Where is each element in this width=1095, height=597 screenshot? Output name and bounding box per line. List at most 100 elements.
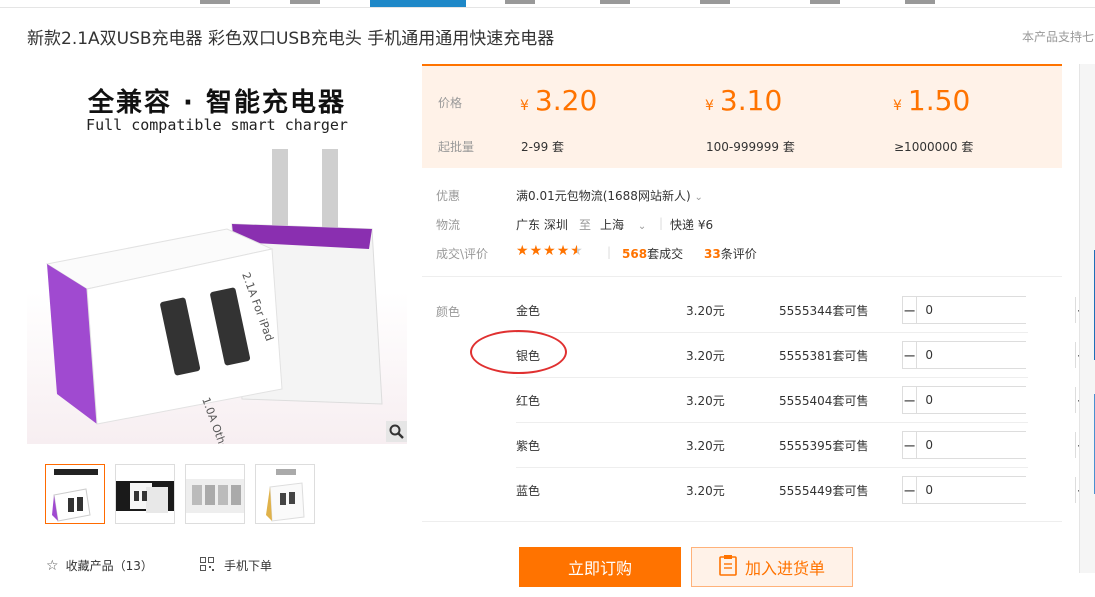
- currency-symbol: ¥: [520, 98, 529, 114]
- price-label: 价格: [438, 96, 463, 110]
- sku-stock: 5555404套可售: [779, 394, 869, 408]
- star-icon: ★: [516, 243, 530, 259]
- nav-fragment[interactable]: [700, 0, 730, 4]
- thumbnail-3[interactable]: [185, 464, 245, 524]
- nav-fragment[interactable]: [600, 0, 630, 4]
- to-word: 至: [579, 218, 592, 232]
- support-text: 本产品支持七: [1022, 30, 1095, 44]
- divider: [422, 521, 1062, 522]
- decrease-button[interactable]: −: [903, 387, 918, 413]
- sku-price: 3.20元: [686, 394, 725, 408]
- separator: |: [659, 216, 664, 230]
- favorite-product-button[interactable]: ☆ 收藏产品（13）: [46, 557, 153, 574]
- mobile-order-button[interactable]: 手机下单: [200, 557, 272, 574]
- quantity-stepper: − +: [902, 386, 1090, 414]
- quantity-stepper: − +: [902, 341, 1090, 369]
- logistics-label: 物流: [436, 218, 461, 232]
- sku-label: 颜色: [436, 305, 461, 319]
- price-tier-2: ¥ 3.10: [705, 84, 782, 117]
- sku-stock: 5555344套可售: [779, 304, 869, 318]
- divider: [422, 276, 1062, 277]
- star-outline-icon: ☆: [46, 557, 59, 574]
- price-tier-3: ¥ 1.50: [893, 84, 970, 117]
- quantity-input[interactable]: [917, 477, 1076, 503]
- chevron-down-icon: ⌄: [694, 192, 703, 203]
- rating-stars: ★★★★★: [516, 243, 584, 259]
- currency-symbol: ¥: [705, 98, 714, 114]
- deals-suffix: 套成交: [647, 247, 684, 261]
- sku-name: 紫色: [516, 439, 541, 453]
- tier-qty: 100-999999 套: [706, 140, 795, 154]
- quantity-stepper: − +: [902, 431, 1090, 459]
- star-icon: ★: [556, 243, 571, 259]
- min-qty-label: 起批量: [438, 140, 475, 154]
- decrease-button[interactable]: −: [903, 297, 918, 323]
- top-nav-strip: [0, 0, 1095, 8]
- nav-fragment[interactable]: [290, 0, 320, 4]
- zoom-icon[interactable]: [386, 421, 407, 442]
- nav-fragment[interactable]: [200, 0, 230, 4]
- sku-name: 金色: [516, 304, 541, 318]
- deals-count: 568: [622, 247, 648, 261]
- thumbnail-4[interactable]: [255, 464, 315, 524]
- product-title: 新款2.1A双USB充电器 彩色双口USB充电头 手机通用通用快速充电器: [27, 29, 555, 49]
- half-star-icon: ★: [570, 243, 584, 259]
- nav-active-tab[interactable]: [370, 0, 466, 7]
- price-box: 价格 起批量 ¥ 3.20 2-99 套 ¥ 3.10 100-999999 套…: [422, 64, 1062, 168]
- nav-fragment[interactable]: [810, 0, 840, 4]
- sku-row: 金色 3.20元 5555344套可售 − +: [516, 288, 1090, 333]
- tier-price: 3.20: [534, 84, 598, 117]
- tier-price: 1.50: [907, 84, 971, 117]
- quantity-input[interactable]: [917, 432, 1076, 458]
- mobile-order-label: 手机下单: [224, 559, 273, 573]
- sku-price: 3.20元: [686, 304, 725, 318]
- thumbnail-2[interactable]: [115, 464, 175, 524]
- qr-code-icon: [200, 557, 214, 574]
- tier-qty: ≥1000000 套: [894, 140, 974, 154]
- quantity-input[interactable]: [917, 387, 1076, 413]
- sku-name: 红色: [516, 394, 541, 408]
- decrease-button[interactable]: −: [903, 432, 918, 458]
- order-now-button[interactable]: 立即订购: [519, 547, 681, 587]
- decrease-button[interactable]: −: [903, 477, 918, 503]
- quantity-input[interactable]: [917, 297, 1076, 323]
- add-to-cart-button[interactable]: 加入进货单: [691, 547, 853, 587]
- promo-text: 满0.01元包物流(1688网站新人): [516, 189, 691, 203]
- promo-link[interactable]: 满0.01元包物流(1688网站新人) ⌄: [516, 187, 703, 204]
- add-to-cart-label: 加入进货单: [744, 559, 825, 578]
- star-icon: ★: [543, 243, 557, 259]
- clipboard-icon: [719, 554, 737, 580]
- sku-name: 蓝色: [516, 484, 541, 498]
- origin-city: 广东 深圳: [516, 218, 568, 232]
- star-icon: ★: [529, 243, 544, 259]
- promo-label: 优惠: [436, 189, 461, 203]
- destination-select[interactable]: 上海 ⌄: [600, 216, 646, 233]
- destination-city: 上海: [600, 218, 625, 232]
- sku-row: 银色 3.20元 5555381套可售 − +: [516, 333, 1090, 378]
- sku-stock: 5555449套可售: [779, 484, 869, 498]
- sku-stock: 5555395套可售: [779, 439, 869, 453]
- tier-qty: 2-99 套: [521, 140, 565, 154]
- deals-link[interactable]: 568套成交: [622, 245, 683, 262]
- deals-label: 成交\评价: [436, 247, 489, 261]
- reviews-link[interactable]: 33条评价: [704, 245, 757, 262]
- quantity-stepper: − +: [902, 296, 1090, 324]
- sku-stock: 5555381套可售: [779, 349, 869, 363]
- annotation-circle: [470, 330, 567, 374]
- favorite-label: 收藏产品（13）: [65, 559, 153, 573]
- chevron-down-icon: ⌄: [637, 221, 647, 232]
- side-panel: [1079, 64, 1095, 573]
- separator: |: [607, 245, 612, 259]
- decrease-button[interactable]: −: [903, 342, 918, 368]
- main-product-image[interactable]: 全兼容 · 智能充电器 Full compatible smart charge…: [27, 64, 407, 444]
- tier-price: 3.10: [719, 84, 783, 117]
- shipping-fee: 快递 ¥6: [670, 218, 714, 232]
- nav-fragment[interactable]: [505, 0, 535, 4]
- reviews-suffix: 条评价: [720, 247, 757, 261]
- nav-fragment[interactable]: [905, 0, 935, 4]
- sku-row: 蓝色 3.20元 5555449套可售 − +: [516, 468, 1090, 513]
- sku-row: 红色 3.20元 5555404套可售 − +: [516, 378, 1090, 423]
- price-tier-1: ¥ 3.20: [520, 84, 597, 117]
- quantity-input[interactable]: [917, 342, 1076, 368]
- thumbnail-1[interactable]: [45, 464, 105, 524]
